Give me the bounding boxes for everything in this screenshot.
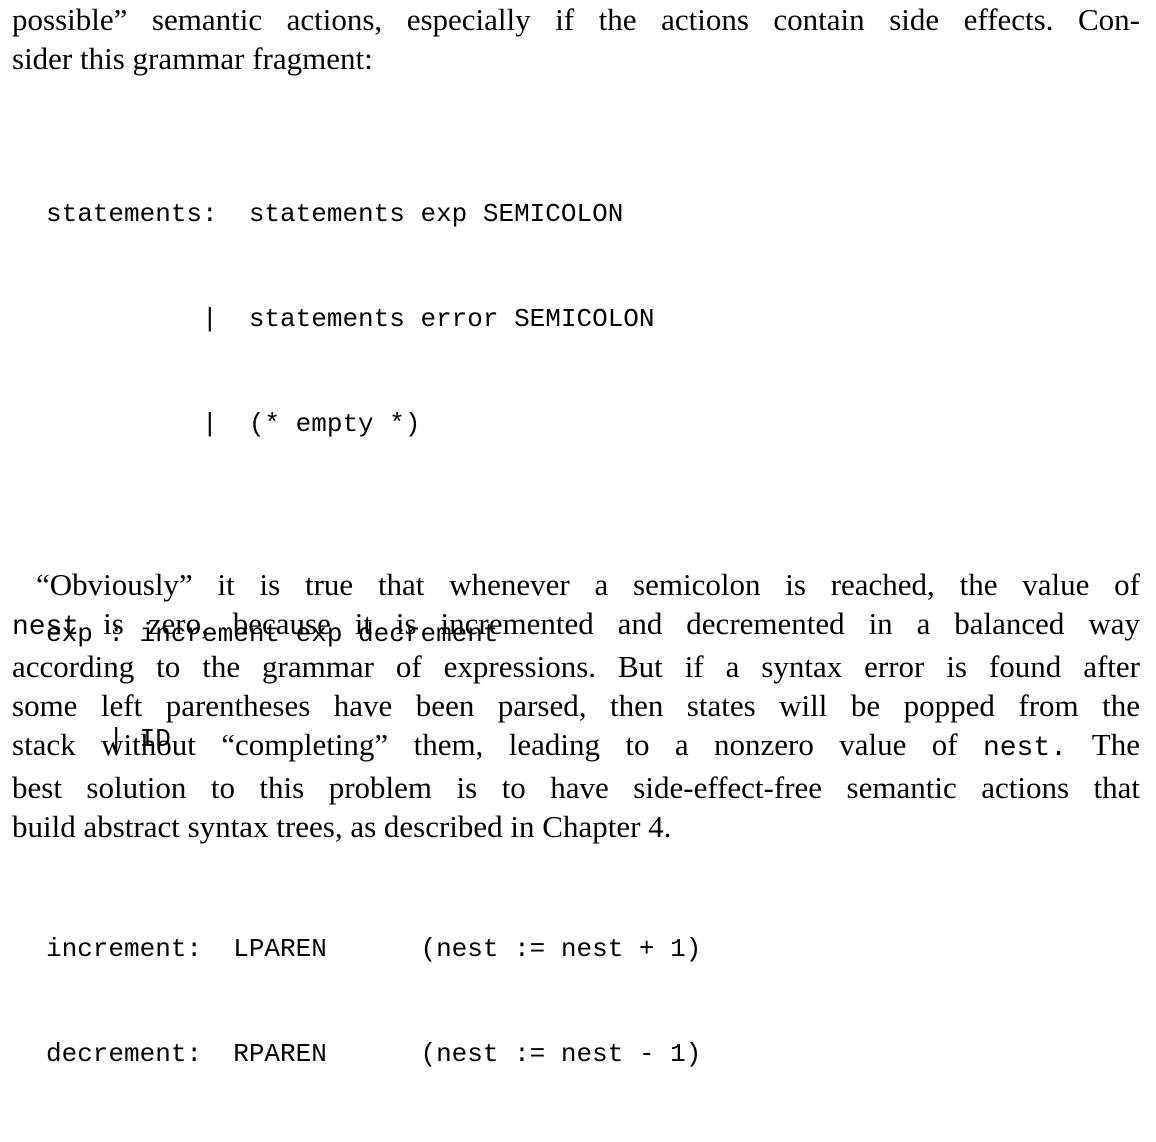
- text-fragment: stack without “completing” them, leading…: [12, 727, 983, 762]
- code-line: | statements error SEMICOLON: [46, 304, 655, 334]
- text-line: according to the grammar of expressions.…: [12, 649, 1140, 684]
- text-line: sider this grammar fragment:: [12, 41, 373, 76]
- text-line: best solution to this problem is to have…: [12, 770, 1140, 805]
- code-line: statements: statements exp SEMICOLON: [46, 199, 624, 229]
- text-line: possible” semantic actions, especially i…: [12, 2, 1140, 37]
- code-line: increment: LPAREN (nest := nest + 1): [46, 934, 702, 964]
- text-line: nest is zero, because it is incremented …: [12, 604, 1140, 647]
- body-paragraph: “Obviously” it is true that whenever a s…: [12, 565, 1140, 846]
- text-line: stack without “completing” them, leading…: [12, 725, 1140, 768]
- intro-paragraph: possible” semantic actions, especially i…: [12, 0, 1140, 78]
- text-line: “Obviously” it is true that whenever a s…: [36, 567, 1140, 602]
- code-line: | (* empty *): [46, 409, 421, 439]
- inline-code: nest: [12, 612, 80, 643]
- text-fragment: is zero, because it is incremented and d…: [79, 606, 1140, 641]
- inline-code: nest.: [982, 733, 1067, 764]
- text-fragment: The: [1066, 727, 1140, 762]
- text-line: build abstract syntax trees, as describe…: [12, 809, 672, 844]
- text-line: some left parentheses have been parsed, …: [12, 688, 1140, 723]
- code-line: decrement: RPAREN (nest := nest - 1): [46, 1039, 702, 1069]
- document-page: possible” semantic actions, especially i…: [0, 0, 1156, 1069]
